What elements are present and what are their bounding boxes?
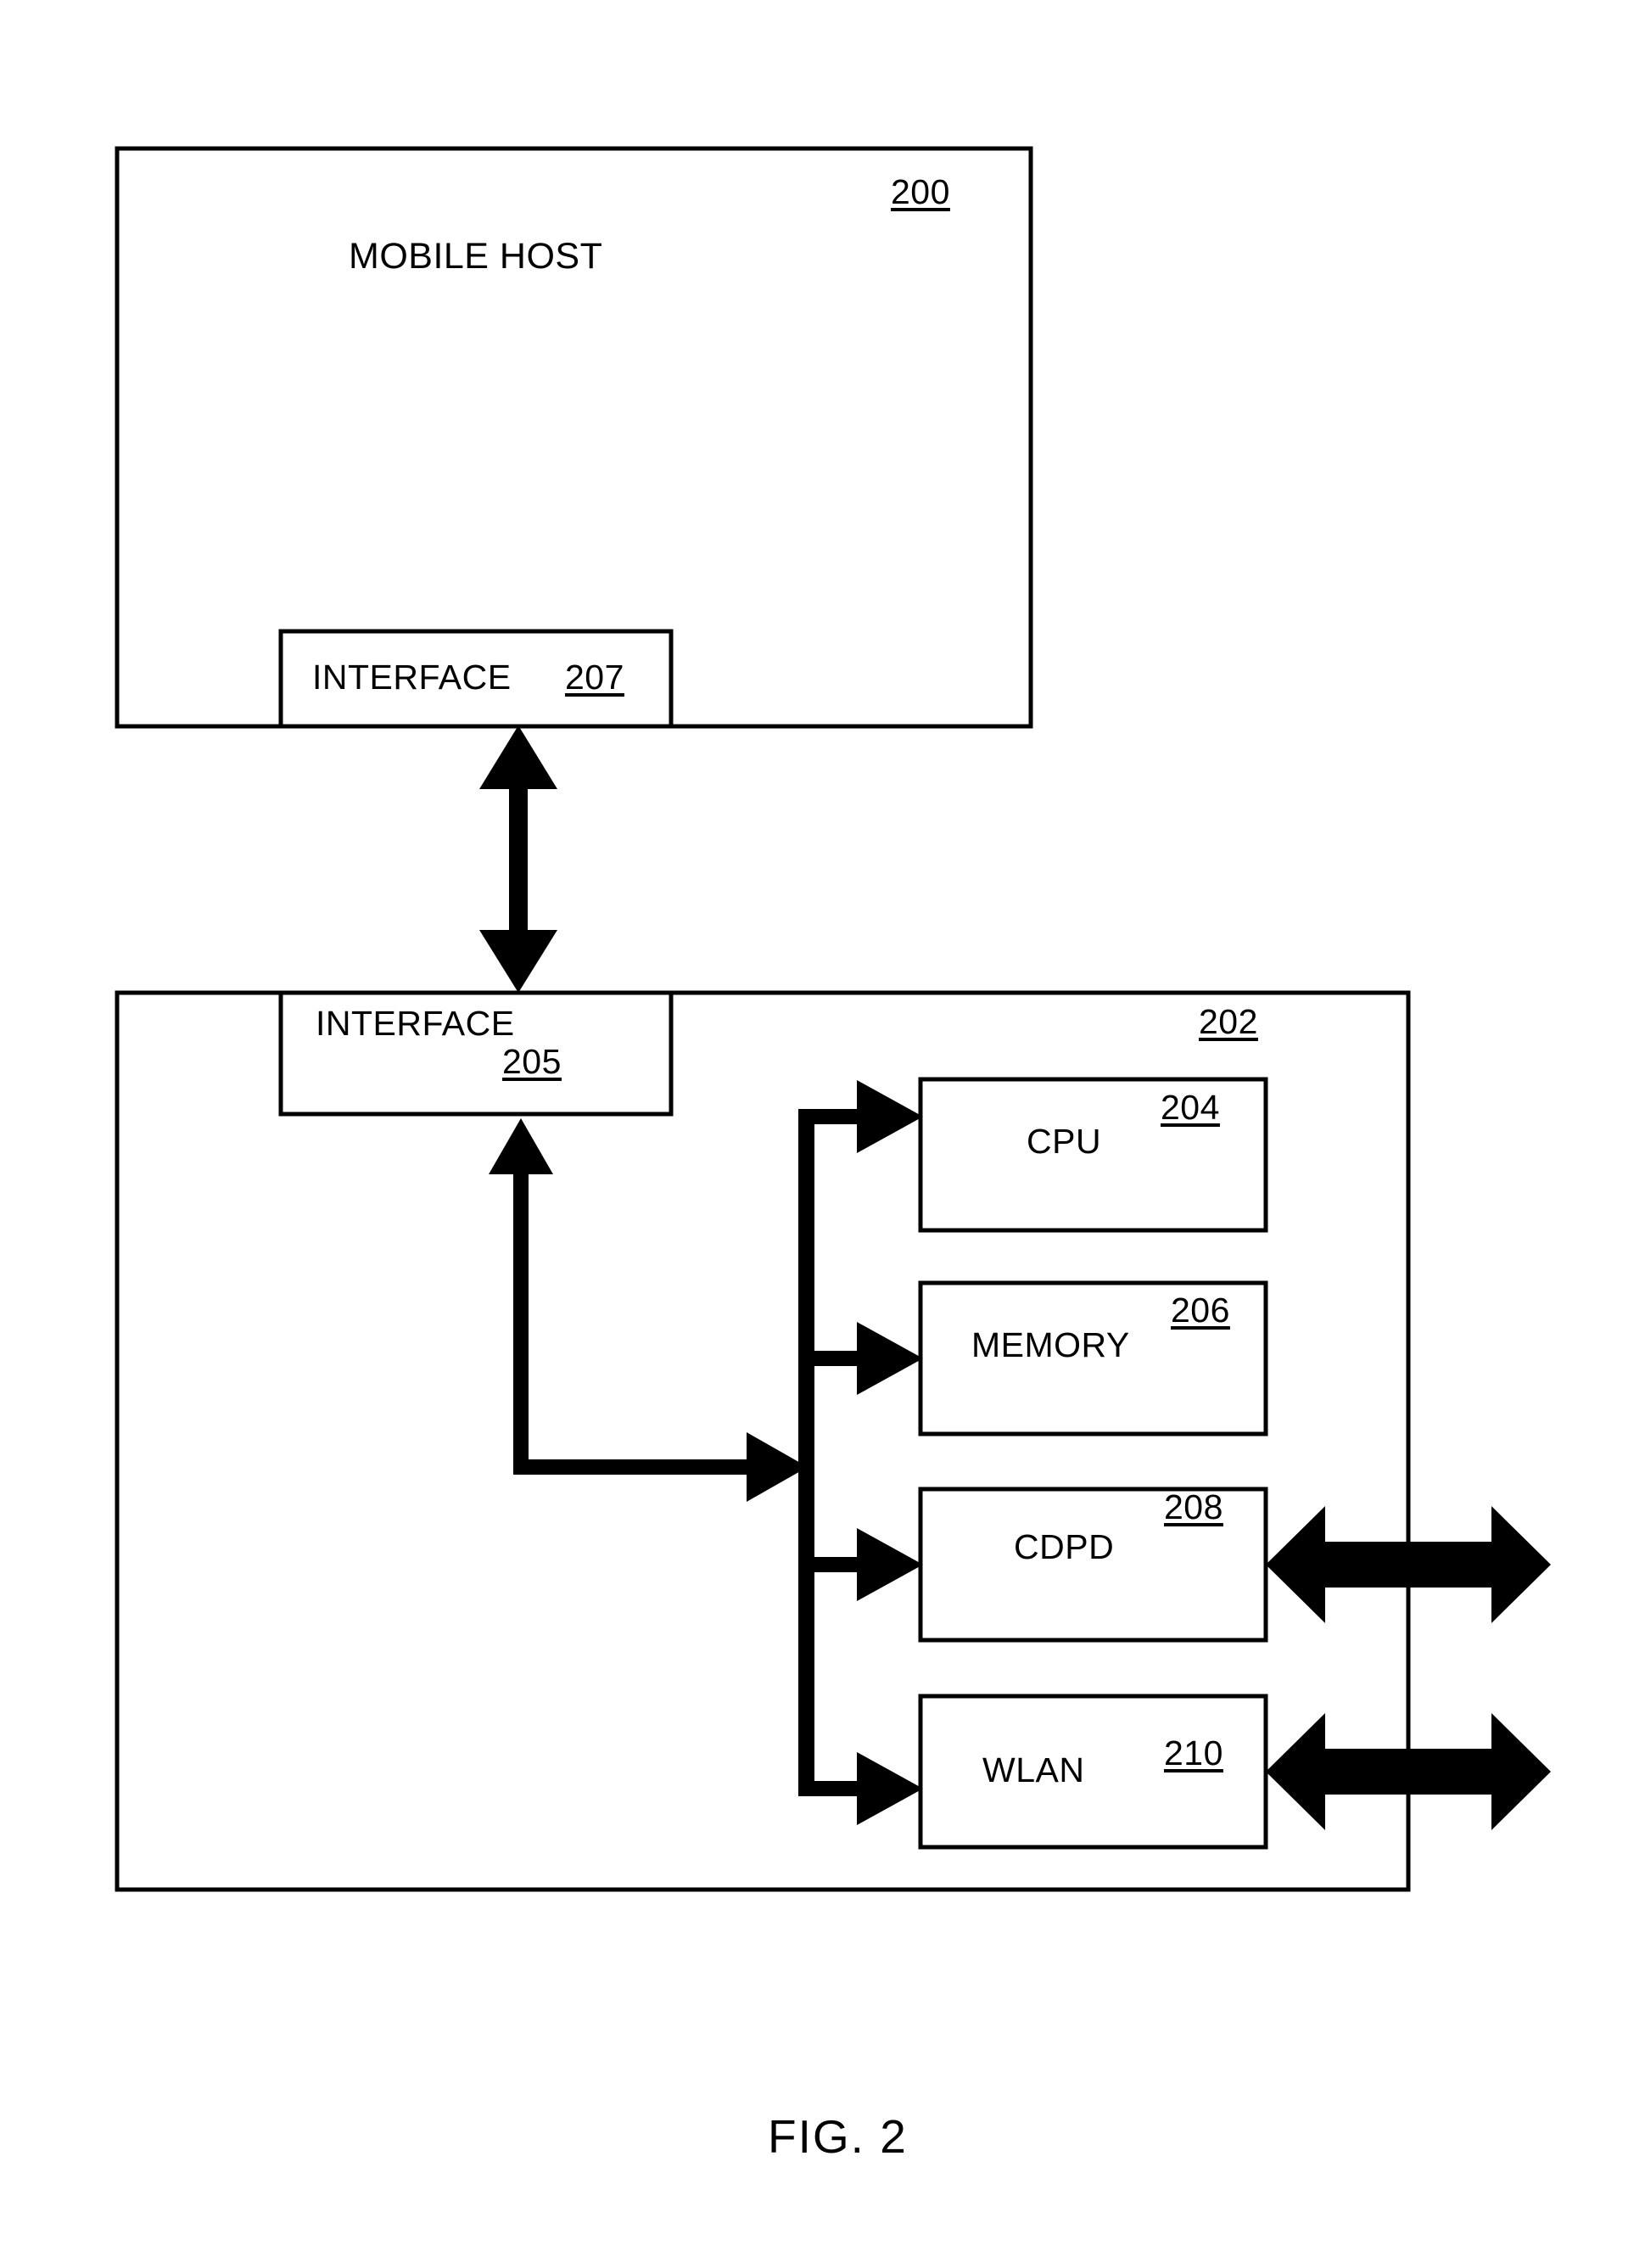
reference-numeral-200: 200	[891, 172, 950, 211]
cdpd-label: CDPD	[1014, 1527, 1115, 1566]
diagram-vector-layer	[115, 146, 1551, 1892]
bus-trunk	[798, 1109, 814, 1796]
interface-207-label: INTERFACE	[312, 658, 512, 697]
patent-figure: MOBILE HOST 200 INTERFACE 207 INTERFACE …	[0, 0, 1645, 2268]
reference-numeral-206: 206	[1171, 1291, 1230, 1330]
reference-numeral-204: 204	[1161, 1088, 1220, 1127]
reference-numeral-208: 208	[1164, 1487, 1223, 1526]
reference-numeral-202: 202	[1199, 1002, 1258, 1041]
wlan-label: WLAN	[982, 1750, 1085, 1789]
memory-label: MEMORY	[971, 1325, 1130, 1364]
cpu-label: CPU	[1027, 1122, 1102, 1161]
host-device-connector-arrow	[479, 725, 557, 993]
reference-numeral-207: 207	[565, 658, 624, 697]
reference-numeral-210: 210	[1164, 1733, 1223, 1772]
reference-numeral-205: 205	[502, 1042, 562, 1081]
interface-205-label: INTERFACE	[316, 1004, 515, 1043]
mobile-host-label: MOBILE HOST	[349, 236, 603, 277]
figure-caption: FIG. 2	[768, 2110, 908, 2163]
